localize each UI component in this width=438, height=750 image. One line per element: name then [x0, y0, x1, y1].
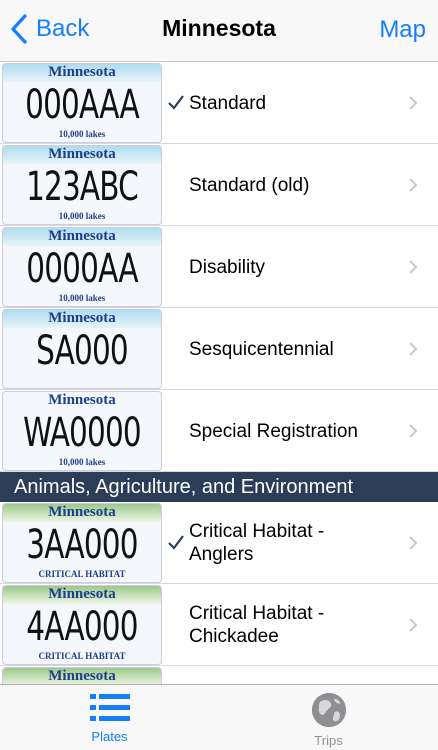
plate-type-label: Disability	[189, 256, 266, 278]
plate-number: 123ABC	[26, 164, 139, 210]
plate-slogan: 10,000 lakes	[58, 293, 106, 303]
plate-number: SA000	[36, 328, 129, 374]
list-item[interactable]: Minnesota SA000 Sesquicentennial	[0, 308, 438, 390]
plate-number: WA0000	[23, 410, 142, 456]
list-item[interactable]: Minnesota 0000AA 10,000 lakes Disability	[0, 226, 438, 308]
plate-type-label: Critical Habitat - Chickadee	[189, 603, 325, 647]
plate-type-label: Critical Habitat - Anglers	[189, 521, 325, 565]
chevron-right-icon	[409, 536, 418, 550]
plate-slogan: CRITICAL HABITAT	[38, 651, 126, 661]
list-item[interactable]: Minnesota 123ABC 10,000 lakes Standard (old…	[0, 144, 438, 226]
list-item[interactable]: Minnesota WA0000 10,000 lakes Special Regis…	[0, 390, 438, 472]
map-button[interactable]: Map	[379, 16, 426, 44]
license-plate-image: Minnesota SA000	[2, 309, 162, 389]
nav-bar: Back Minnesota Map	[0, 0, 438, 62]
page-title: Minnesota	[162, 15, 276, 41]
plate-state: Minnesota	[48, 504, 116, 520]
tab-trips-label: Trips	[314, 733, 343, 748]
chevron-right-icon	[409, 96, 418, 110]
plate-type-label: Standard	[189, 92, 267, 114]
license-plate-image: Minnesota WA0000 10,000 lakes	[2, 391, 162, 471]
list-item[interactable]: Minnesota 4AA000 CRITICAL HABITAT Critical …	[0, 584, 438, 666]
plate-type-label: Sesquicentennial	[189, 338, 334, 360]
plate-slogan: 10,000 lakes	[58, 211, 106, 221]
plate-number: 4AA000	[26, 604, 138, 650]
checkmark-icon	[168, 95, 184, 110]
license-plate-image: Minnesota 0000AA 10,000 lakes	[2, 227, 162, 307]
plate-number: 000AAA	[25, 82, 140, 128]
chevron-right-icon	[409, 424, 418, 438]
plate-type-label	[189, 666, 389, 684]
license-plate-image: Minnesota 4AA000 CRITICAL HABITAT	[2, 585, 162, 665]
list-item[interactable]: Minnesota 3AA000 CRITICAL HABITAT Critical …	[0, 502, 438, 584]
chevron-right-icon	[409, 178, 418, 192]
plate-state: Minnesota	[48, 64, 116, 80]
tab-plates[interactable]: Plates	[0, 685, 219, 750]
chevron-right-icon	[409, 618, 418, 632]
plate-number: 3AA000	[26, 522, 138, 568]
list-item[interactable]: Minnesota 000AAA 10,000 lakes Standard	[0, 62, 438, 144]
plate-state: Minnesota	[48, 668, 116, 684]
license-plate-image: Minnesota	[2, 667, 162, 684]
plate-type-label: Standard (old)	[189, 174, 310, 196]
license-plate-image: Minnesota 123ABC 10,000 lakes	[2, 145, 162, 225]
list-icon	[89, 694, 130, 721]
chevron-right-icon	[409, 260, 418, 274]
list-item[interactable]: Minnesota	[0, 666, 438, 684]
plate-type-label: Special Registration	[189, 420, 358, 442]
plate-state: Minnesota	[48, 586, 116, 602]
plate-state: Minnesota	[48, 146, 116, 162]
tab-plates-label: Plates	[91, 729, 128, 744]
license-plate-image: Minnesota 3AA000 CRITICAL HABITAT	[2, 503, 162, 583]
plate-state: Minnesota	[48, 392, 116, 408]
plate-slogan: CRITICAL HABITAT	[38, 569, 126, 579]
plate-number: 0000AA	[26, 246, 138, 292]
plate-slogan: 10,000 lakes	[58, 457, 106, 467]
plates-list: Minnesota 000AAA 10,000 lakes Standard Minne…	[0, 62, 438, 684]
plate-state: Minnesota	[48, 228, 116, 244]
chevron-right-icon	[409, 342, 418, 356]
globe-icon	[311, 692, 346, 728]
license-plate-image: Minnesota 000AAA 10,000 lakes	[2, 63, 162, 143]
tab-bar: Plates Trips	[0, 684, 438, 750]
tab-trips[interactable]: Trips	[219, 685, 438, 750]
section-header: Animals, Agriculture, and Environment	[0, 472, 438, 502]
plate-state: Minnesota	[48, 310, 116, 326]
checkmark-icon	[168, 535, 184, 550]
plate-slogan: 10,000 lakes	[58, 129, 106, 139]
